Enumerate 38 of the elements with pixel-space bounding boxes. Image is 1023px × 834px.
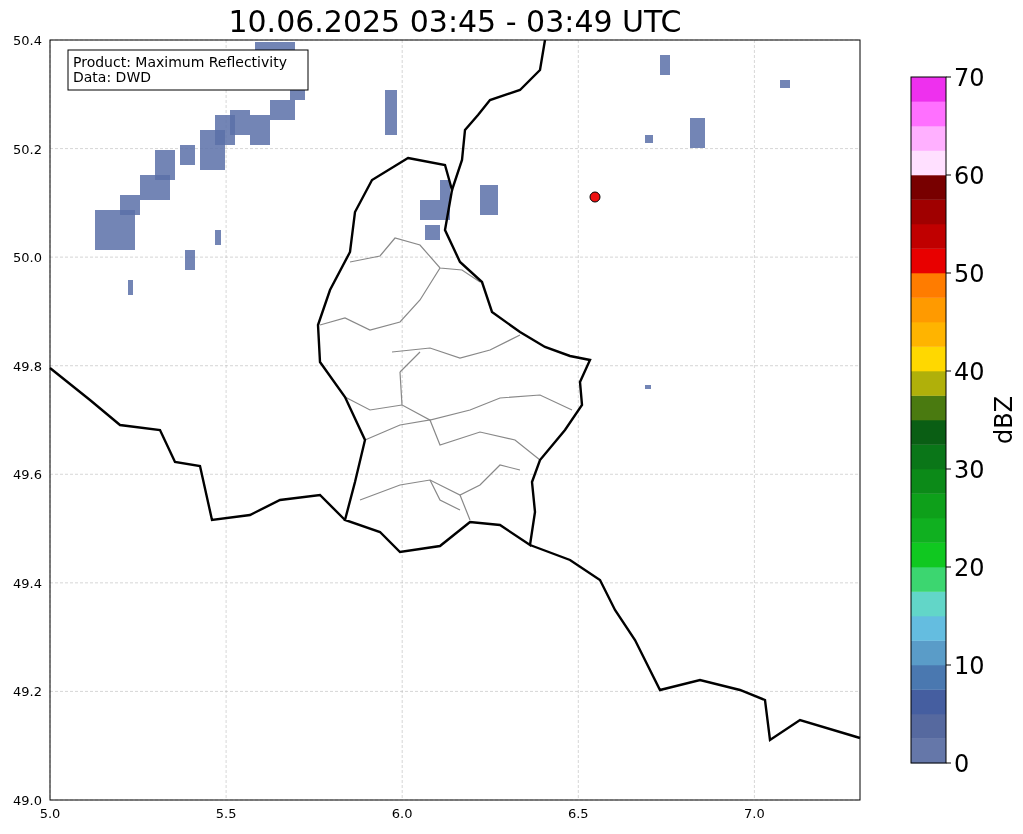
location-marker-icon: [589, 191, 601, 203]
radar-echo: [480, 185, 498, 215]
annotation-box: Product: Maximum Reflectivity Data: DWD: [67, 49, 309, 91]
colorbar-tick-label: 20: [954, 554, 985, 582]
radar-echo: [215, 230, 221, 245]
radar-echo: [425, 225, 440, 240]
radar-echo: [128, 280, 133, 295]
colorbar-tick-label: 0: [954, 750, 970, 778]
y-tick-label: 49.8: [13, 358, 42, 374]
y-tick-label: 49.0: [13, 793, 42, 808]
colorbar-tick-label: 10: [954, 652, 985, 680]
radar-echo: [645, 135, 653, 143]
x-tick-label: 6.5: [567, 806, 589, 821]
radar-echo: [185, 250, 195, 270]
colorbar-label: dBZ: [990, 395, 1018, 445]
colorbar-tick-label: 30: [954, 456, 985, 484]
colorbar-tick-label: 50: [954, 260, 985, 288]
x-tick-label: 6.0: [391, 806, 413, 821]
radar-echo: [690, 118, 705, 148]
radar-echo: [660, 55, 670, 75]
radar-echo: [180, 145, 195, 165]
colorbar-tick-label: 40: [954, 358, 985, 386]
colorbar-tick-label: 60: [954, 162, 985, 190]
y-tick-label: 49.6: [13, 467, 42, 483]
colorbar-tick-label: 70: [954, 64, 985, 92]
radar-echo: [230, 110, 250, 135]
x-tick-label: 5.0: [39, 806, 61, 821]
radar-echo: [385, 90, 397, 135]
y-tick-label: 49.2: [13, 684, 42, 700]
chart-title: 10.06.2025 03:45 - 03:49 UTC: [228, 4, 682, 39]
y-tick-label: 50.0: [13, 250, 42, 266]
y-tick-label: 50.4: [13, 33, 42, 48]
y-tick-label: 50.2: [13, 141, 42, 157]
radar-echo: [645, 385, 651, 389]
x-tick-label: 5.5: [215, 806, 237, 821]
y-tick-label: 49.4: [13, 575, 42, 591]
x-tick-label: 7.0: [744, 806, 765, 821]
radar-echo: [780, 80, 790, 88]
